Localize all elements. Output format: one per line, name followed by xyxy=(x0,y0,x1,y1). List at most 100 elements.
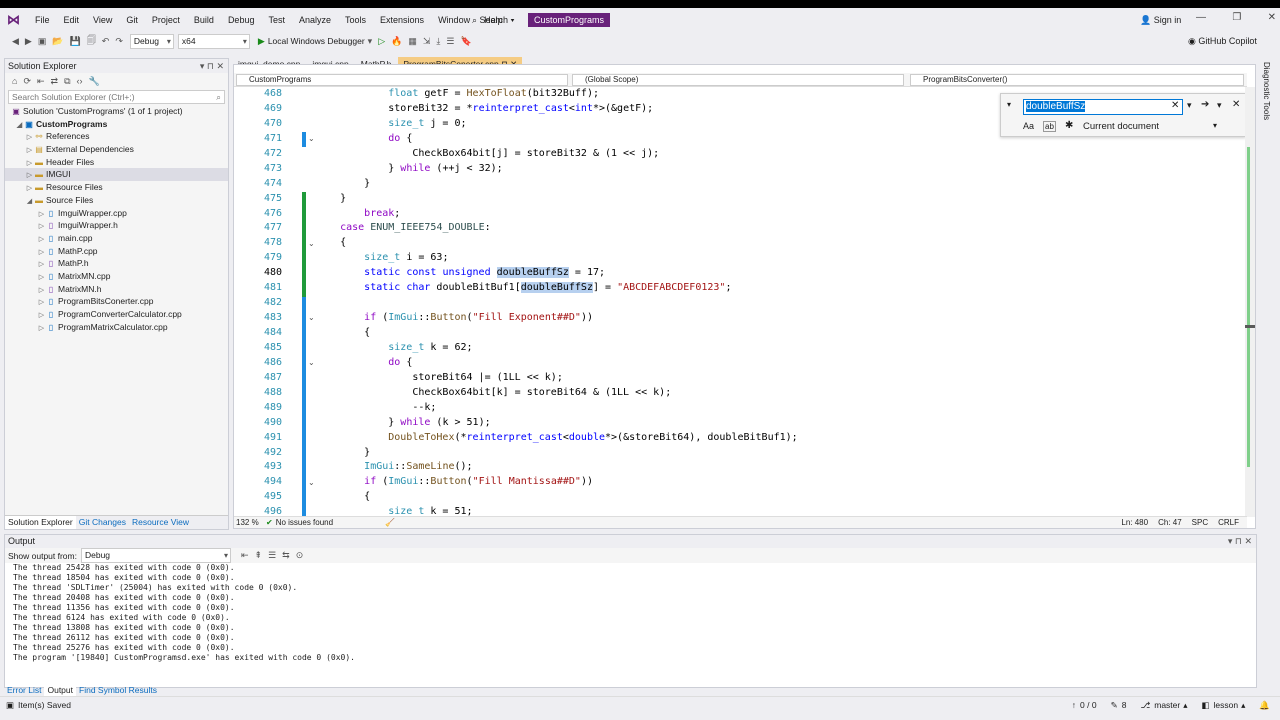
save-all-icon[interactable]: 🗐 xyxy=(87,33,96,49)
output-text[interactable]: The thread 25428 has exited with code 0 … xyxy=(5,563,1256,663)
member-nav-select[interactable]: ProgramBitsConverter() xyxy=(910,74,1244,86)
tree-item[interactable]: ▷ ▯ ImguiWrapper.cpp xyxy=(5,207,228,220)
previous-message-icon[interactable]: ⇞ xyxy=(255,550,263,561)
word-wrap-icon[interactable]: ⇆ xyxy=(282,550,290,561)
forward-icon[interactable]: ▶ xyxy=(25,36,32,47)
fold-icon[interactable]: ⌄ xyxy=(308,237,315,252)
platform-select[interactable]: x64 xyxy=(177,33,250,49)
properties-icon[interactable]: 🔧 xyxy=(89,76,100,87)
search-options-icon[interactable]: ▾ xyxy=(1187,100,1192,111)
start-without-debugging-icon[interactable]: ▷ xyxy=(378,36,385,47)
find-next-options-icon[interactable]: ▾ xyxy=(1217,100,1222,111)
find-message-icon[interactable]: ⇤ xyxy=(241,550,249,561)
search-scope-select[interactable]: Current document xyxy=(1083,121,1159,132)
tree-item[interactable]: ▷ ▯ ImguiWrapper.h xyxy=(5,219,228,232)
solution-node[interactable]: ▣ Solution 'CustomPrograms' (1 of 1 proje… xyxy=(5,105,228,118)
configuration-select[interactable]: Debug xyxy=(129,33,174,49)
indent-mode[interactable]: SPC xyxy=(1192,517,1208,528)
format-icon[interactable]: ☰ xyxy=(446,36,454,47)
menu-git[interactable]: Git xyxy=(119,8,145,32)
save-icon[interactable]: 💾 xyxy=(70,36,81,47)
github-copilot-button[interactable]: ◉ GitHub Copilot xyxy=(1188,35,1257,47)
panel-controls[interactable]: ▾ ⊓ ✕ xyxy=(200,59,228,73)
find-input[interactable]: doubleBuffSz xyxy=(1023,99,1183,115)
tree-item[interactable]: ▷ ▤ External Dependencies xyxy=(5,143,228,156)
arrow-up-icon[interactable]: ↑ xyxy=(1072,697,1076,713)
find-next-icon[interactable]: ➔ xyxy=(1201,99,1209,110)
tree-item[interactable]: ▷ ▬ Resource Files xyxy=(5,181,228,194)
sign-in-button[interactable]: 👤 Sign in xyxy=(1140,13,1181,27)
menu-tools[interactable]: Tools xyxy=(338,8,373,32)
output-settings-icon[interactable]: ⊙ xyxy=(296,550,304,561)
project-node[interactable]: ◢ ▣ CustomPrograms xyxy=(5,118,228,131)
issues-status[interactable]: No issues found xyxy=(276,517,333,528)
debugger-label[interactable]: Local Windows Debugger xyxy=(268,36,365,46)
match-whole-word-icon[interactable]: ab xyxy=(1043,121,1056,132)
tree-item[interactable]: ▷ ▯ MathP.cpp xyxy=(5,245,228,258)
fold-icon[interactable]: ⌄ xyxy=(308,476,315,491)
tab-output[interactable]: Output xyxy=(44,684,77,696)
dropdown-icon[interactable]: ▾ xyxy=(368,36,373,47)
back-icon[interactable]: ◀ xyxy=(12,36,19,47)
commit-count[interactable]: 0 / 0 xyxy=(1080,697,1097,713)
fold-icon[interactable]: ⌄ xyxy=(308,311,315,326)
start-debugging-icon[interactable]: ▶ xyxy=(258,36,265,47)
toolbar-icon[interactable]: ▦ xyxy=(408,36,417,47)
new-project-icon[interactable]: ▣ xyxy=(38,36,47,47)
menu-analyze[interactable]: Analyze xyxy=(292,8,338,32)
diagnostic-tools-label[interactable]: Diagnostic Tools xyxy=(1262,62,1271,120)
minimize-icon[interactable]: — xyxy=(1196,12,1206,23)
tree-item[interactable]: ▷ ⚯ References xyxy=(5,130,228,143)
vertical-scrollbar[interactable] xyxy=(1245,87,1255,517)
clear-search-icon[interactable]: ✕ xyxy=(1171,100,1179,111)
tree-item[interactable]: ▷ ▯ MathP.h xyxy=(5,257,228,270)
tab-resource-view[interactable]: Resource View xyxy=(129,516,192,529)
tree-item[interactable]: ◢ ▬ Source Files xyxy=(5,194,228,207)
menu-extensions[interactable]: Extensions xyxy=(373,8,431,32)
match-case-icon[interactable]: Aa xyxy=(1023,121,1034,131)
cleanup-icon[interactable]: 🧹 xyxy=(385,517,395,528)
hot-reload-icon[interactable]: 🔥 xyxy=(391,36,402,47)
menu-edit[interactable]: Edit xyxy=(57,8,87,32)
expand-arrow-icon[interactable]: ▷ xyxy=(37,323,46,336)
diagnostic-tools-strip[interactable]: Diagnostic Tools xyxy=(1258,58,1278,538)
tree-item[interactable]: ▷ ▯ ProgramMatrixCalculator.cpp xyxy=(5,321,228,334)
menu-build[interactable]: Build xyxy=(187,8,221,32)
fold-icon[interactable]: ⌄ xyxy=(308,132,315,147)
clear-all-icon[interactable]: ☰ xyxy=(268,550,276,561)
project-nav-select[interactable]: CustomPrograms xyxy=(236,74,568,86)
menu-test[interactable]: Test xyxy=(261,8,292,32)
bookmark-icon[interactable]: 🔖 xyxy=(460,36,471,47)
redo-icon[interactable]: ↷ xyxy=(115,36,123,47)
zoom-level[interactable]: 132 % xyxy=(234,517,260,528)
open-icon[interactable]: 📂 xyxy=(52,36,63,47)
home-icon[interactable]: ⌂ xyxy=(12,76,17,86)
tab-solution-explorer[interactable]: Solution Explorer xyxy=(5,516,76,529)
tab-git-changes[interactable]: Git Changes xyxy=(76,516,129,529)
repo-name[interactable]: lesson xyxy=(1214,697,1239,713)
tree-item[interactable]: ▷ ▯ ProgramBitsConerter.cpp xyxy=(5,295,228,308)
restore-icon[interactable]: ❐ xyxy=(1232,12,1241,23)
solution-search-input[interactable]: Search Solution Explorer (Ctrl+;) ⌕ xyxy=(8,90,225,104)
search-button[interactable]: ⌕ Search ▾ xyxy=(468,13,518,27)
menu-debug[interactable]: Debug xyxy=(221,8,262,32)
output-source-select[interactable]: Debug xyxy=(80,548,231,563)
panel-controls[interactable]: ▾ ⊓ ✕ xyxy=(1228,535,1256,548)
scrollbar-thumb[interactable] xyxy=(1245,325,1255,328)
close-find-icon[interactable]: ✕ xyxy=(1232,99,1240,110)
show-all-files-icon[interactable]: ⧉ xyxy=(64,76,70,87)
toggle-replace-icon[interactable]: ▾ xyxy=(1007,100,1011,109)
line-ending[interactable]: CRLF xyxy=(1218,517,1239,528)
tree-item[interactable]: ▷ ▯ ProgramConverterCalculator.cpp xyxy=(5,308,228,321)
branch-dropdown-icon[interactable]: ▴ xyxy=(1183,697,1187,713)
tab-error-list[interactable]: Error List xyxy=(4,684,44,696)
scope-dropdown-icon[interactable]: ▾ xyxy=(1213,121,1217,130)
tree-item[interactable]: ▷ ▬ IMGUI xyxy=(5,168,228,182)
tree-item[interactable]: ▷ ▯ MatrixMN.cpp xyxy=(5,270,228,283)
collapse-icon[interactable]: ⇤ xyxy=(37,76,45,87)
code-area[interactable]: float getF = HexToFloat(bit32Buff); stor… xyxy=(316,87,1116,517)
repo-dropdown-icon[interactable]: ▴ xyxy=(1241,697,1245,713)
undo-icon[interactable]: ↶ xyxy=(102,36,110,47)
step-icon[interactable]: ⤓ xyxy=(436,36,440,47)
tab-find-symbol-results[interactable]: Find Symbol Results xyxy=(76,684,160,696)
